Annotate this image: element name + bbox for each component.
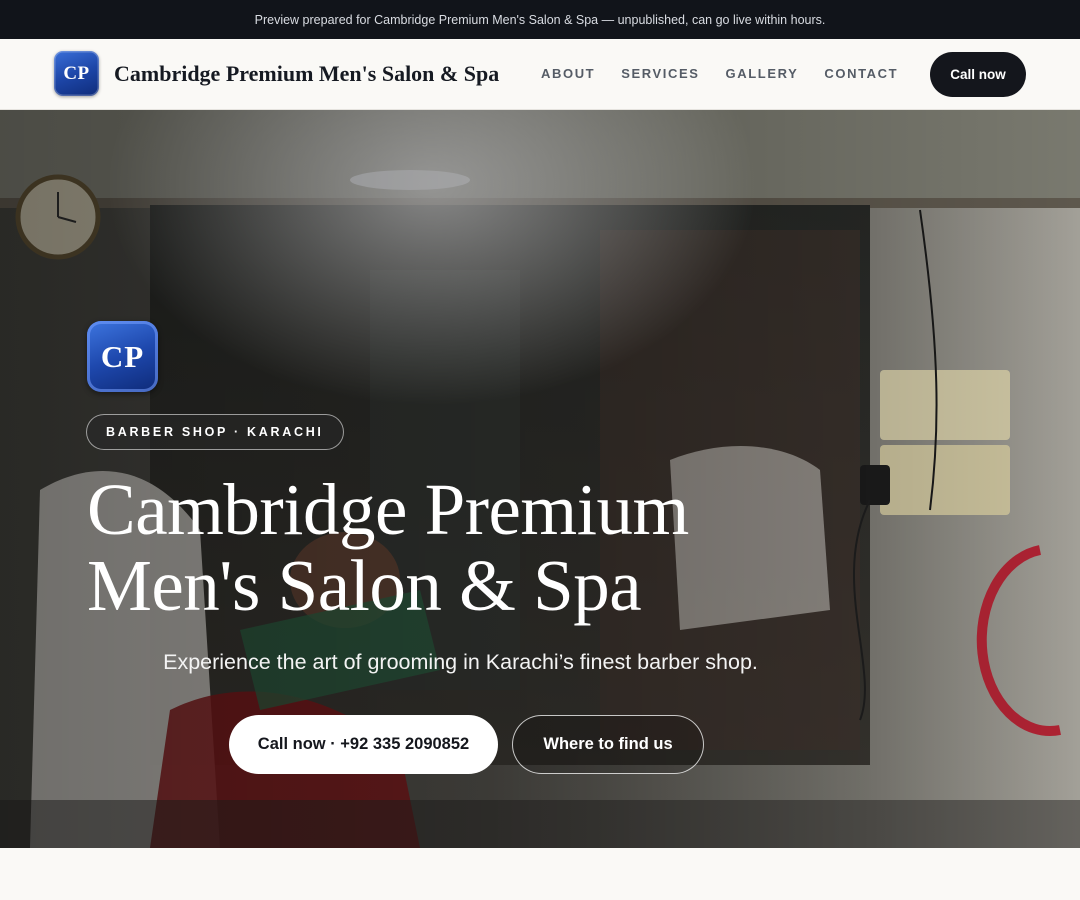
nav-link-gallery[interactable]: GALLERY <box>726 66 799 81</box>
brand-logo-initials: CP <box>63 62 90 84</box>
call-phone-button[interactable]: Call now · +92 335 2090852 <box>229 715 498 774</box>
site-header: CP Cambridge Premium Men's Salon & Spa A… <box>0 39 1080 110</box>
preview-banner: Preview prepared for Cambridge Premium M… <box>0 0 1080 39</box>
nav-link-about[interactable]: ABOUT <box>541 66 595 81</box>
hero-title: Cambridge Premium Men's Salon & Spa <box>87 472 787 624</box>
nav-link-services[interactable]: SERVICES <box>621 66 699 81</box>
brand-name[interactable]: Cambridge Premium Men's Salon & Spa <box>114 61 499 87</box>
hero-title-line-1: Cambridge Premium <box>87 469 689 550</box>
hero-section: CP BARBER SHOP · KARACHI Cambridge Premi… <box>0 110 1080 848</box>
preview-banner-text: Preview prepared for Cambridge Premium M… <box>254 12 826 27</box>
brand-logo[interactable]: CP <box>54 51 99 96</box>
category-badge-text: BARBER SHOP · KARACHI <box>106 425 324 439</box>
hero-title-line-2: Men's Salon & Spa <box>87 545 642 626</box>
hero-subtitle: Experience the art of grooming in Karach… <box>163 650 758 674</box>
main-nav: ABOUT SERVICES GALLERY CONTACT <box>541 66 898 81</box>
category-badge: BARBER SHOP · KARACHI <box>86 414 344 450</box>
find-us-button[interactable]: Where to find us <box>512 715 704 774</box>
hero-logo: CP <box>87 321 158 392</box>
nav-link-contact[interactable]: CONTACT <box>824 66 898 81</box>
hero-logo-initials: CP <box>100 338 145 374</box>
call-now-button[interactable]: Call now <box>930 52 1026 97</box>
